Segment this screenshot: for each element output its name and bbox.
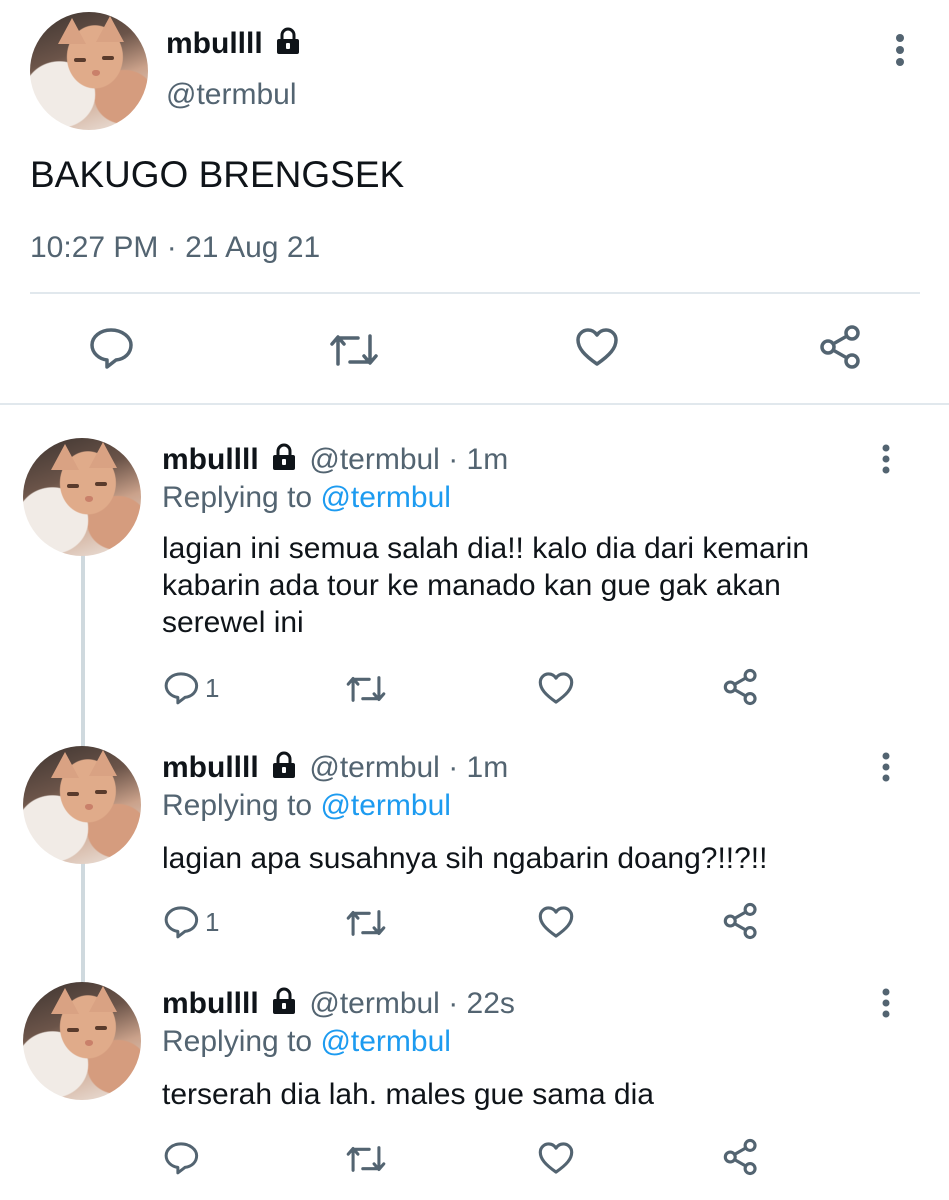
reply-tweet: mbullll @termbul · 1m Replying to @termb… bbox=[0, 430, 949, 730]
replying-handle-link[interactable]: @termbul bbox=[320, 1025, 451, 1058]
reply-button[interactable]: 1 bbox=[163, 670, 219, 706]
reply-text: lagian ini semua salah dia!! kalo dia da… bbox=[162, 530, 922, 641]
time-ago[interactable]: · 1m bbox=[448, 751, 508, 784]
replying-label: Replying to bbox=[162, 481, 313, 514]
reply-tweet: mbullll @termbul · 1m Replying to @termb… bbox=[0, 740, 949, 970]
reply-icon bbox=[163, 1140, 199, 1176]
more-vertical-icon[interactable] bbox=[874, 442, 898, 478]
reply-count: 1 bbox=[205, 906, 220, 937]
reply-icon bbox=[163, 670, 199, 706]
lock-icon bbox=[271, 751, 297, 779]
avatar[interactable] bbox=[23, 982, 141, 1100]
retweet-icon[interactable] bbox=[345, 672, 387, 706]
divider bbox=[30, 292, 920, 294]
replying-handle-link[interactable]: @termbul bbox=[320, 481, 451, 514]
handle[interactable]: @termbul bbox=[309, 987, 440, 1020]
replying-to: Replying to @termbul bbox=[162, 480, 451, 516]
heart-icon[interactable] bbox=[574, 326, 620, 368]
time-ago[interactable]: · 22s bbox=[448, 987, 515, 1020]
share-icon[interactable] bbox=[818, 324, 864, 370]
share-icon[interactable] bbox=[722, 668, 760, 706]
reply-button[interactable]: 1 bbox=[163, 904, 219, 940]
more-vertical-icon[interactable] bbox=[874, 750, 898, 786]
replying-handle-link[interactable]: @termbul bbox=[320, 789, 451, 822]
reply-text: terserah dia lah. males gue sama dia bbox=[162, 1076, 922, 1113]
reply-header: mbullll @termbul · 1m bbox=[162, 442, 508, 478]
retweet-icon[interactable] bbox=[345, 1142, 387, 1176]
heart-icon[interactable] bbox=[537, 904, 575, 940]
share-icon[interactable] bbox=[722, 902, 760, 940]
replying-label: Replying to bbox=[162, 1025, 313, 1058]
heart-icon[interactable] bbox=[537, 670, 575, 706]
handle[interactable]: @termbul bbox=[166, 77, 297, 113]
display-name[interactable]: mbullll bbox=[162, 987, 259, 1020]
handle[interactable]: @termbul bbox=[309, 751, 440, 784]
reply-button[interactable] bbox=[163, 1140, 199, 1176]
main-tweet: mbullll @termbul BAKUGO BRENGSEK 10:27 P… bbox=[0, 0, 949, 400]
share-icon[interactable] bbox=[722, 1138, 760, 1176]
replying-to: Replying to @termbul bbox=[162, 788, 451, 824]
reply-header: mbullll @termbul · 1m bbox=[162, 750, 508, 786]
avatar[interactable] bbox=[23, 438, 141, 556]
more-vertical-icon[interactable] bbox=[874, 986, 898, 1022]
reply-count: 1 bbox=[205, 672, 220, 703]
replying-to: Replying to @termbul bbox=[162, 1024, 451, 1060]
replying-label: Replying to bbox=[162, 789, 313, 822]
reply-text-line: lagian apa susahnya sih ngabarin doang?!… bbox=[162, 842, 768, 875]
retweet-icon[interactable] bbox=[345, 906, 387, 940]
time-ago[interactable]: · 1m bbox=[448, 443, 508, 476]
reply-header: mbullll @termbul · 22s bbox=[162, 986, 515, 1022]
more-vertical-icon[interactable] bbox=[888, 30, 912, 70]
avatar[interactable] bbox=[30, 12, 148, 130]
reply-tweet: mbullll @termbul · 22s Replying to @term… bbox=[0, 976, 949, 1200]
display-name[interactable]: mbullll bbox=[162, 443, 259, 476]
display-name[interactable]: mbullll bbox=[166, 26, 301, 62]
display-name[interactable]: mbullll bbox=[162, 751, 259, 784]
handle[interactable]: @termbul bbox=[309, 443, 440, 476]
tweet-text: BAKUGO BRENGSEK bbox=[30, 154, 405, 195]
retweet-icon[interactable] bbox=[328, 330, 380, 370]
reply-icon bbox=[163, 904, 199, 940]
reply-text-line: lagian ini semua salah dia!! kalo dia da… bbox=[162, 532, 810, 565]
display-name-text: mbullll bbox=[166, 27, 263, 60]
reply-icon[interactable] bbox=[88, 326, 134, 370]
lock-icon bbox=[271, 443, 297, 471]
reply-text-line: serewel ini bbox=[162, 606, 304, 639]
reply-text: lagian apa susahnya sih ngabarin doang?!… bbox=[162, 840, 922, 877]
heart-icon[interactable] bbox=[537, 1140, 575, 1176]
lock-icon bbox=[271, 987, 297, 1015]
avatar[interactable] bbox=[23, 746, 141, 864]
section-divider bbox=[0, 403, 949, 405]
timestamp[interactable]: 10:27 PM · 21 Aug 21 bbox=[30, 230, 320, 266]
lock-icon bbox=[275, 27, 301, 55]
reply-text-line: terserah dia lah. males gue sama dia bbox=[162, 1078, 654, 1111]
reply-text-line: kabarin ada tour ke manado kan gue gak a… bbox=[162, 569, 781, 602]
